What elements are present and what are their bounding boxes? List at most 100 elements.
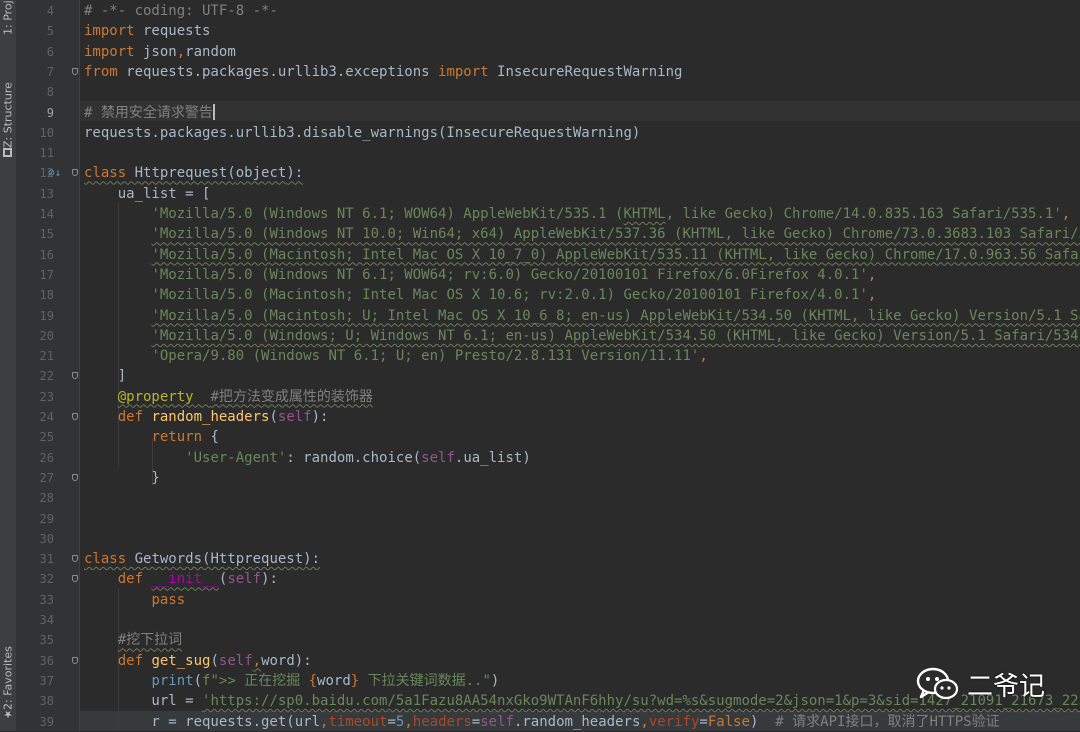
code-line[interactable]: # 禁用安全请求警告 [84, 103, 215, 123]
code-token: get_sug [151, 652, 211, 669]
fold-toggle-icon[interactable] [72, 575, 78, 583]
code-line[interactable]: 'Mozilla/5.0 (Windows NT 6.1; WOW64) App… [84, 204, 1070, 224]
fold-toggle-icon[interactable] [72, 169, 78, 177]
code-line[interactable]: #挖下拉词 [84, 630, 182, 650]
code-line[interactable]: 'Opera/9.80 (Windows NT 6.1; U; en) Pres… [84, 346, 707, 366]
code-token: 'Opera/9.80 (Windows NT 6.1; U; en) Pres… [151, 348, 700, 365]
code-line[interactable]: @property #把方法变成属性的装饰器 [84, 387, 373, 407]
code-token: __init__ [151, 571, 219, 588]
code-token: KHTML [623, 206, 666, 222]
code-line[interactable]: pass [84, 590, 185, 610]
code-token: word [317, 672, 351, 689]
code-line[interactable]: ] [84, 366, 126, 386]
tool-window-project-tab[interactable]: 1: Project [0, 0, 16, 38]
code-line[interactable]: } [84, 468, 159, 488]
line-number: 14 [39, 207, 54, 221]
code-token: { [308, 672, 318, 689]
code-line[interactable]: # -*- coding: UTF-8 -*- [84, 1, 278, 21]
code-token: ): [261, 571, 278, 588]
tool-window-structure-tab[interactable]: Z: Structure [0, 76, 16, 160]
line-number: 7 [46, 64, 54, 79]
fold-toggle-icon[interactable] [72, 67, 78, 75]
code-line[interactable]: print(f">> 正在挖掘 {word} 下拉关键词数据..") [84, 671, 499, 691]
code-token: , [252, 652, 262, 669]
code-token: def [117, 571, 144, 588]
code-line[interactable]: def __init__(self): [84, 569, 278, 589]
code-line[interactable]: class Getwords(Httprequest): [84, 549, 320, 569]
code-line[interactable]: 'User-Agent': random.choice(self.ua_list… [84, 448, 531, 468]
line-number: 22 [39, 369, 54, 384]
code-token: 'Mozilla/5.0 (Windows NT 6.1; WOW64; rv:… [151, 266, 868, 283]
line-number: 33 [39, 592, 54, 607]
code-token: random [185, 43, 236, 60]
code-token: 'Mozilla/5.0 (Windows NT 6.1; WOW64) App… [151, 206, 624, 222]
code-token: 'User-Agent' [185, 449, 287, 466]
code-line[interactable]: r = requests.get(url,timeout=5,headers=s… [84, 712, 1000, 732]
code-editor[interactable]: # -*- coding: UTF-8 -*- import requests im… [80, 0, 1080, 731]
code-token: .ua_list) [454, 449, 531, 466]
code-token: , [640, 713, 649, 730]
line-number: 10 [39, 125, 54, 140]
code-line[interactable]: ua_list = [ [84, 184, 211, 204]
code-token: 'Mozilla/5.0 (Macintosh; Intel Mac OS X … [151, 287, 868, 304]
code-token: InsecureRequestWarning [488, 63, 683, 80]
code-line[interactable]: def get_sug(self,word): [84, 651, 312, 671]
code-token: random_headers [151, 409, 270, 425]
line-number: 31 [39, 552, 54, 567]
code-token: .random_headers [513, 713, 641, 730]
code-line[interactable]: def random_headers(self): [84, 407, 329, 427]
code-token: 'Mozilla/5.0 (Macintosh; Intel Mac OS X … [151, 246, 1080, 263]
code-token: # 请求API接口，取消了HTTPS验证 [775, 713, 1000, 730]
fold-toggle-icon[interactable] [72, 372, 78, 380]
code-line[interactable]: return { [84, 427, 219, 447]
code-line[interactable]: from requests.packages.urllib3.exception… [84, 62, 682, 82]
code-token: def [117, 652, 144, 669]
code-token: : random.choice( [286, 449, 422, 466]
code-line[interactable]: requests.packages.urllib3.disable_warnin… [84, 123, 640, 143]
editor-gutter[interactable]: 4 5 6 7 8 9 10 11 12 ⊙↓ 13 14 15 16 17 18 19 20 21 22 23 24 25… [17, 0, 80, 731]
code-line[interactable]: 'Mozilla/5.0 (Macintosh; Intel Mac OS X … [84, 285, 876, 305]
fold-toggle-icon[interactable] [72, 555, 78, 563]
tool-window-favorites-tab[interactable]: ★ 2: Favorites [0, 646, 16, 722]
code-token: url = [84, 693, 203, 710]
code-token: { [202, 429, 219, 446]
code-token: self [480, 713, 514, 730]
fold-toggle-icon[interactable] [72, 413, 78, 420]
code-token: def [117, 409, 144, 425]
code-token: print [151, 672, 194, 689]
fold-toggle-icon[interactable] [72, 656, 78, 664]
code-token: json [134, 43, 177, 60]
code-line[interactable]: import requests [84, 21, 210, 41]
watermark-text: 二爷记 [967, 671, 1046, 702]
code-token: import [438, 63, 489, 80]
structure-icon [3, 148, 13, 157]
line-number: 9 [46, 105, 54, 120]
line-number: 35 [39, 633, 54, 648]
code-line[interactable]: 'Mozilla/5.0 (Windows; U; Windows NT 6.1… [84, 326, 1080, 346]
code-line[interactable]: class Httprequest(object): [84, 163, 303, 183]
tool-window-strip: 1: Project Z: Structure ★ 2: Favorites [0, 0, 17, 731]
fold-toggle-icon[interactable] [72, 473, 78, 481]
code-token: self [277, 409, 312, 425]
code-token: Httprequest( [126, 165, 236, 182]
code-token: r = requests.get(url [84, 713, 321, 730]
overridden-method-icon[interactable]: ⊙↓ [48, 167, 62, 179]
line-number: 29 [39, 511, 54, 526]
line-number: 8 [46, 85, 54, 100]
code-line[interactable]: 'Mozilla/5.0 (Windows NT 6.1; WOW64; rv:… [84, 265, 876, 285]
line-number: 23 [39, 389, 54, 404]
code-token: , like Gecko) Chrome/14.0.835.163 Safari… [665, 206, 1062, 222]
code-line[interactable]: 'Mozilla/5.0 (Macintosh; Intel Mac OS X … [84, 245, 1080, 265]
code-token: # -*- coding: UTF-8 -*- [84, 3, 278, 19]
code-line[interactable]: 'Mozilla/5.0 (Windows NT 10.0; Win64; x6… [84, 224, 1080, 244]
code-line[interactable]: import json,random [84, 42, 236, 62]
code-line[interactable]: 'Mozilla/5.0 (Macintosh; U; Intel Mac OS… [84, 306, 1080, 326]
line-number: 17 [39, 267, 54, 282]
